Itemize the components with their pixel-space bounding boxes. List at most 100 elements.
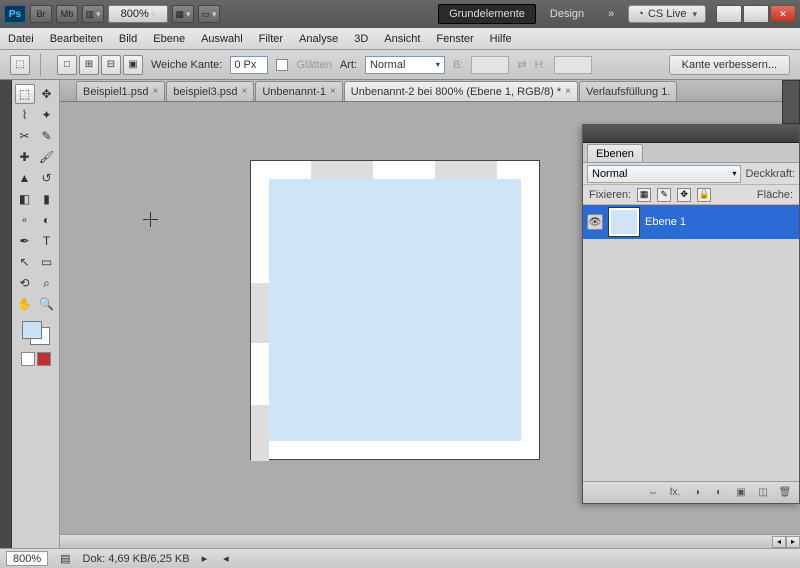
menu-bild[interactable]: Bild (119, 33, 137, 45)
sel-sub[interactable]: ⊟ (101, 55, 121, 75)
move-tool[interactable]: ✥ (37, 84, 57, 104)
path-select-tool[interactable]: ↖ (15, 252, 35, 272)
dodge-tool[interactable]: ◐ (37, 210, 57, 230)
workspace-grundelemente[interactable]: Grundelemente (438, 4, 536, 24)
hand-tool[interactable]: ✋ (15, 294, 35, 314)
menu-3d[interactable]: 3D (354, 33, 368, 45)
cslive-label: CS Live (648, 8, 687, 20)
close-icon[interactable]: × (152, 86, 158, 97)
menu-hilfe[interactable]: Hilfe (490, 33, 512, 45)
status-arrow-icon[interactable]: ▸ (202, 552, 208, 565)
scroll-left-icon[interactable]: ◂ (223, 552, 229, 565)
doc-tab-4[interactable]: Verlaufsfüllung 1. (579, 81, 677, 101)
workspace-design[interactable]: Design (540, 4, 594, 24)
fx-icon[interactable]: fx. (667, 486, 683, 500)
color-swatches[interactable] (22, 321, 50, 345)
scroll-right-button[interactable]: ▸ (786, 536, 800, 548)
lasso-tool[interactable]: ⌇ (15, 105, 35, 125)
stamp-tool[interactable]: ▲ (15, 168, 35, 188)
type-tool[interactable]: T (37, 231, 57, 251)
group-icon[interactable]: ▣ (733, 486, 749, 500)
shape-tool[interactable]: ▭ (37, 252, 57, 272)
menu-analyse[interactable]: Analyse (299, 33, 338, 45)
eyedropper-tool[interactable]: ✎ (37, 126, 57, 146)
layer-thumbnail[interactable] (609, 208, 639, 236)
view-extras-button[interactable]: ▥▾ (82, 5, 104, 23)
mask-icon[interactable]: ◑ (689, 486, 705, 500)
history-brush-tool[interactable]: ↺ (37, 168, 57, 188)
doc-tab-0[interactable]: Beispiel1.psd× (76, 81, 165, 101)
blend-mode-select[interactable]: Normal▾ (587, 165, 741, 183)
style-select[interactable]: Normal▾ (365, 56, 445, 74)
adjustment-icon[interactable]: ◐ (711, 486, 727, 500)
maximize-button[interactable]: ☐ (743, 5, 769, 23)
quickmask-mask-icon[interactable] (37, 352, 51, 366)
3d-camera-tool[interactable]: ⌕ (37, 273, 57, 293)
menu-filter[interactable]: Filter (259, 33, 283, 45)
sel-int[interactable]: ▣ (123, 55, 143, 75)
arrange-button[interactable]: ▦▾ (172, 5, 194, 23)
fg-color-icon[interactable] (22, 321, 42, 339)
left-collapsed-dock[interactable] (0, 80, 12, 548)
right-dock-collapsed[interactable] (782, 80, 800, 124)
lock-all-icon[interactable]: 🔒 (697, 188, 711, 202)
selection-mode-group: □ ⊞ ⊟ ▣ (57, 55, 143, 75)
quickmask-std-icon[interactable] (21, 352, 35, 366)
lock-pixels-icon[interactable]: ▦ (637, 188, 651, 202)
menu-ansicht[interactable]: Ansicht (384, 33, 420, 45)
layers-footer: ⇔ fx. ◑ ◐ ▣ ◫ 🗑 (583, 481, 799, 503)
zoom-tool[interactable]: 🔍 (37, 294, 57, 314)
tab-ebenen[interactable]: Ebenen (587, 144, 643, 162)
new-layer-icon[interactable]: ◫ (755, 486, 771, 500)
panel-titlebar[interactable] (583, 125, 799, 143)
3d-tool[interactable]: ⟲ (15, 273, 35, 293)
cslive-button[interactable]: ◔ CS Live ▾ (628, 5, 706, 23)
wand-tool[interactable]: ✦ (37, 105, 57, 125)
menu-bearbeiten[interactable]: Bearbeiten (50, 33, 103, 45)
antialias-checkbox[interactable] (276, 59, 288, 71)
menu-auswahl[interactable]: Auswahl (201, 33, 243, 45)
tool-preset-picker[interactable]: ⬚ (10, 55, 30, 75)
doc-tab-1[interactable]: beispiel3.psd× (166, 81, 254, 101)
sel-new[interactable]: □ (57, 55, 77, 75)
menu-datei[interactable]: Datei (8, 33, 34, 45)
trash-icon[interactable]: 🗑 (777, 486, 793, 500)
h-scrollbar[interactable]: ◂ ▸ (60, 534, 800, 548)
brush-tool[interactable]: 🖌 (37, 147, 57, 167)
zoom-combo[interactable]: 800%▾ (108, 5, 168, 23)
close-icon[interactable]: × (330, 86, 336, 97)
gradient-tool[interactable]: ▮ (37, 189, 57, 209)
status-zoom[interactable]: 800% (6, 551, 48, 566)
crop-tool[interactable]: ✂ (15, 126, 35, 146)
lock-label: Fixieren: (589, 189, 631, 201)
close-icon[interactable]: × (242, 86, 248, 97)
doc-tab-3[interactable]: Unbenannt-2 bei 800% (Ebene 1, RGB/8) *× (344, 81, 578, 101)
minibridge-button[interactable]: Mb (56, 5, 78, 23)
layer-row[interactable]: 👁 Ebene 1 (583, 205, 799, 239)
layer-name[interactable]: Ebene 1 (645, 216, 686, 228)
marquee-tool[interactable]: ⬚ (15, 84, 35, 104)
visibility-toggle[interactable]: 👁 (587, 214, 603, 230)
feather-input[interactable]: 0 Px (230, 56, 268, 74)
menu-fenster[interactable]: Fenster (436, 33, 473, 45)
document-canvas[interactable] (250, 160, 540, 460)
close-icon[interactable]: × (565, 86, 571, 97)
blur-tool[interactable]: ∘ (15, 210, 35, 230)
minimize-button[interactable]: — (716, 5, 742, 23)
sel-add[interactable]: ⊞ (79, 55, 99, 75)
doc-tab-2[interactable]: Unbenannt-1× (255, 81, 342, 101)
heal-tool[interactable]: ✚ (15, 147, 35, 167)
menu-ebene[interactable]: Ebene (153, 33, 185, 45)
scroll-left-button[interactable]: ◂ (772, 536, 786, 548)
style-label: Art: (340, 59, 357, 71)
lock-brush-icon[interactable]: ✎ (657, 188, 671, 202)
lock-move-icon[interactable]: ✥ (677, 188, 691, 202)
close-button[interactable]: ✕ (770, 5, 796, 23)
bridge-button[interactable]: Br (30, 5, 52, 23)
screenmode-button[interactable]: ▭▾ (198, 5, 220, 23)
workspace-more[interactable]: » (598, 4, 624, 24)
refine-edge-button[interactable]: Kante verbessern... (669, 55, 790, 75)
eraser-tool[interactable]: ◧ (15, 189, 35, 209)
pen-tool[interactable]: ✒ (15, 231, 35, 251)
link-layers-icon[interactable]: ⇔ (645, 486, 661, 500)
